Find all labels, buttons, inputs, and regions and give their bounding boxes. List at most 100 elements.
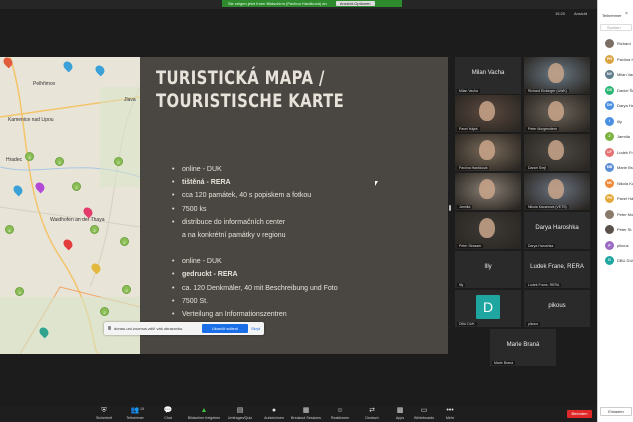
participant-tile[interactable]: Jarmila [455,173,521,210]
map-label-jlava: Jlava [124,97,136,103]
map-cluster[interactable]: 3 [15,287,24,296]
participant-name-label: Nikola Kacanová (VETS) [526,205,569,209]
toolbar-button[interactable]: ••• Mehr [432,407,468,420]
toolbar-label: Deutsch [365,416,379,420]
toolbar-icon: ☺ [336,407,344,414]
toolbar-button[interactable]: ▤ Umfragen/Quiz [222,407,258,420]
clock: 15:20 [555,11,566,16]
participant-list-item[interactable]: PH Pavel Há [598,193,633,204]
map-cluster[interactable]: 2 [55,157,64,166]
toolbar-button[interactable]: 👥 15 Teilnehmer [117,407,153,420]
toolbar-label: Umfragen/Quiz [227,416,253,420]
toolbar-icon: 👥 [130,407,140,414]
participant-tile[interactable]: pikous pikous [524,290,590,327]
avatar: D [605,256,614,265]
view-button[interactable]: Ansicht [574,11,587,16]
invite-button[interactable]: Einladen [600,407,632,416]
participant-list-item[interactable]: DSDaniel Šre [598,85,633,96]
participant-list-name: Pavel Há [617,196,633,201]
bullet-item: cca 120 památek, 40 s popiskem a fotkou [172,189,442,202]
participant-tile[interactable]: Peter Strasser [455,212,521,249]
map-cluster[interactable]: 2 [122,285,131,294]
participant-list-item[interactable]: DDBU DUK [598,255,633,266]
participant-list-name: Ludek Fra [617,149,633,155]
map-cluster[interactable]: 2 [114,157,123,166]
participant-name-label: Illy [457,283,466,287]
participant-list-name: Illy [617,118,622,124]
slide-title-line: TURISTICKÁ MAPA / [156,67,325,89]
avatar: DH [605,101,614,110]
panel-resize-handle[interactable] [449,205,451,211]
toolbar-label: Teilnehmer [126,416,144,420]
participants-sidebar: Teilnehmer × Suchen RichardPHPavlína HaM… [597,0,633,422]
participant-list-item[interactable]: Richard [598,38,633,49]
participant-tile[interactable]: Nikola Kacanová (VETS) [524,173,590,210]
participant-display-name: Ludek Frane, RERA [530,264,584,270]
avatar: PH [605,54,614,64]
participant-list-item[interactable]: Peter Mo [598,209,633,220]
participant-display-name: Marie Braná [506,342,540,348]
map-cluster[interactable]: 3 [25,152,34,161]
toolbar-button[interactable]: ● Aufzeichnen [256,407,292,420]
screen-share-popup: donau-uni.zoomus.zdílí váš obrazovku. Uk… [104,322,264,335]
participant-list-item[interactable]: DH Darya Ha [598,100,633,111]
participant-face [548,179,564,199]
bullet-item: a na konkrétní památky v regionu [182,232,286,240]
participant-list-item[interactable]: Peter St [598,224,633,235]
toolbar-label: Bildschirm freigeben [187,416,221,420]
participant-list-item[interactable]: p pikous [598,240,633,251]
toolbar-icon: ▲ [200,407,208,414]
participant-tile[interactable]: Ludek Frane, RERA Ludek Frane, RERA [524,251,590,288]
participant-list-name: Pavlína Ha [617,56,633,62]
participant-list-name: Jarmila [617,134,630,139]
participant-tile[interactable]: Daniel Šrejt [524,134,590,171]
participant-list-item[interactable]: MB Marie Bra [598,162,633,173]
participant-name-label: Jarmila [457,205,473,209]
participant-name-label: Darya Haroshka [526,244,556,248]
participant-list-name: pikous [617,242,629,248]
participant-tile[interactable]: D DBU DUK [455,290,521,327]
map-label-hradec: Hradec [6,157,23,163]
end-meeting-button[interactable]: Beenden [567,410,592,418]
participant-tile[interactable]: Illy Illy [455,251,521,288]
toolbar-label: Reaktionen [330,416,350,420]
avatar: NK [605,178,614,188]
toolbar-button[interactable]: ☺ Reaktionen [322,407,358,420]
toolbar-button[interactable]: ▲ Bildschirm freigeben [186,407,222,420]
participant-tile[interactable]: Peter Morgenstern [524,95,590,132]
participant-name-label: pikous [526,322,541,326]
hide-popup-link[interactable]: Skrýt [251,326,260,331]
map-cluster[interactable]: 2 [72,182,81,191]
map-cluster[interactable]: 2 [90,225,99,234]
map-cluster[interactable]: 2 [100,307,109,316]
participant-list-item[interactable]: NK Nikola Ka [598,178,633,189]
participant-list-item[interactable]: PHPavlína Ha [598,54,633,65]
close-icon[interactable]: × [625,11,628,17]
share-indicator-icon [108,326,111,330]
participant-tile[interactable]: Darya Haroshka Darya Haroshka [524,212,590,249]
participant-name-label: Richard Eickinger (UWK) [526,89,569,93]
participant-tile[interactable]: Richard Eickinger (UWK) [524,57,590,94]
toolbar-label: Sicherheit [96,416,112,420]
participant-tile[interactable]: Milan Vacha Milan Vacha [455,57,521,94]
map-label-waidhofen: Waidhofen an der Thaya [50,217,105,223]
participant-tile[interactable]: Pavlína Hardiková [455,134,521,171]
participant-tile[interactable]: Pavel Hájek [455,95,521,132]
participant-list-item[interactable]: MV Milan Vac [598,69,633,80]
participant-list-item[interactable]: LFLudek Fra [598,147,633,158]
view-options-button[interactable]: Ansicht-Optionen [335,1,375,6]
map-cluster[interactable]: 4 [5,225,14,234]
stop-sharing-button[interactable]: Ukončit sdílení [202,324,248,333]
participant-tile[interactable]: Marie Braná Marie Braná [490,329,556,366]
participant-list-item[interactable]: J Jarmila [598,131,633,142]
map-label-pelhrimov: Pelhřimov [33,81,56,87]
toolbar-button[interactable]: 💬 Chat [150,407,186,420]
map-label-kamenice: Kamenice nad Lipou [8,117,54,123]
participant-list-name: Richard [617,41,631,46]
bullet-item: gedruckt - RERA [172,268,442,281]
participant-list-item[interactable]: I Illy [598,116,633,127]
toolbar-button[interactable]: ▦ Breakout Sessions [288,407,324,420]
participant-search-input[interactable]: Suchen [600,24,632,31]
bullet-list-cz: online - DUKtištěná - RERAcca 120 památe… [172,163,442,242]
map-cluster[interactable]: 2 [120,237,129,246]
